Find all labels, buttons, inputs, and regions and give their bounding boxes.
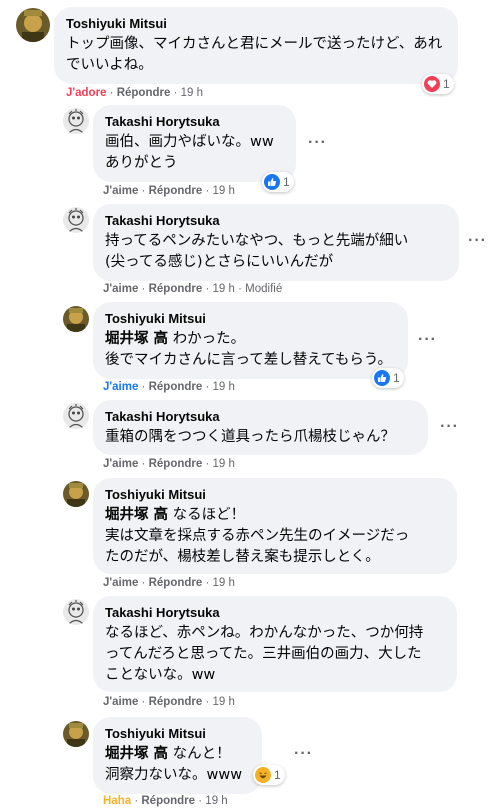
comment-bubble: Takashi Horytsuka 持ってるペンみたいなやつ、もっと先端が細い …	[93, 204, 459, 281]
reaction-count[interactable]: 1	[372, 368, 404, 388]
mention-tag[interactable]: 堀井塚 高	[105, 331, 168, 347]
timestamp[interactable]: 19 h	[213, 381, 235, 393]
reaction-count[interactable]: 1	[262, 172, 294, 192]
like-button[interactable]: Haha	[103, 795, 131, 807]
author-name[interactable]: Takashi Horytsuka	[105, 604, 445, 621]
more-options-icon[interactable]: ···	[418, 331, 437, 349]
more-options-icon[interactable]: ···	[440, 418, 459, 436]
comment-text: 堀井塚 高 なんと！ 洞察力ないな。www	[105, 746, 243, 783]
reply-button[interactable]: Répondre	[117, 87, 171, 99]
comment-bubble: Toshiyuki Mitsui トップ画像、マイカさんと君にメールで送ったけど…	[54, 7, 458, 84]
comment-actions: J'aime · Répondre · 19 h · Modifié	[103, 283, 283, 295]
like-button[interactable]: J'aime	[103, 577, 138, 589]
comment-bubble: Takashi Horytsuka 重箱の隅をつつく道具ったら爪楊枝じゃん？	[93, 400, 428, 455]
author-name[interactable]: Toshiyuki Mitsui	[105, 486, 445, 503]
thumbs-up-icon	[264, 174, 280, 190]
timestamp[interactable]: 19 h	[213, 696, 235, 708]
comment-actions: J'aime · Répondre · 19 h	[103, 185, 235, 197]
comment-actions: J'adore · Répondre · 19 h	[66, 87, 204, 99]
avatar[interactable]	[63, 108, 89, 134]
comment-text: 堀井塚 高 わかった。 後でマイカさんに言って差し替えてもらう。	[105, 331, 392, 368]
reply-button[interactable]: Répondre	[149, 381, 203, 393]
comment-actions: J'aime · Répondre · 19 h	[103, 696, 235, 708]
reply-button[interactable]: Répondre	[149, 577, 203, 589]
haha-icon	[255, 767, 271, 783]
like-button[interactable]: J'aime	[103, 696, 138, 708]
author-name[interactable]: Toshiyuki Mitsui	[105, 725, 250, 742]
comment-text: なるほど、赤ペンね。わかんなかった、つか何持 ってんだろと思ってた。三井画伯の画…	[105, 625, 424, 683]
avatar[interactable]	[63, 721, 89, 747]
mention-tag[interactable]: 堀井塚 高	[105, 746, 168, 762]
comment-text: 堀井塚 高 なるほど！ 実は文章を採点する赤ペン先生のイメージだっ たのだが、楊…	[105, 507, 410, 565]
like-button[interactable]: J'aime	[103, 458, 138, 470]
avatar[interactable]	[63, 306, 89, 332]
like-button[interactable]: J'adore	[66, 87, 106, 99]
avatar[interactable]	[63, 403, 89, 429]
timestamp[interactable]: 19 h	[213, 458, 235, 470]
timestamp[interactable]: 19 h	[205, 795, 227, 807]
comment-bubble: Toshiyuki Mitsui 堀井塚 高 なるほど！ 実は文章を採点する赤ペ…	[93, 478, 457, 574]
comment-text: 画伯、画力やばいな。ww ありがとう	[105, 134, 274, 171]
timestamp[interactable]: 19 h	[181, 87, 203, 99]
comment-text: トップ画像、マイカさんと君にメールで送ったけど、あれ でいいよね。	[66, 36, 443, 73]
more-options-icon[interactable]: ···	[468, 232, 487, 250]
reply-button[interactable]: Répondre	[141, 795, 195, 807]
avatar[interactable]	[63, 599, 89, 625]
timestamp[interactable]: 19 h	[213, 577, 235, 589]
comment-text: 重箱の隅をつつく道具ったら爪楊枝じゃん？	[105, 429, 395, 445]
edited-label[interactable]: Modifié	[245, 283, 282, 295]
timestamp[interactable]: 19 h	[213, 283, 235, 295]
more-options-icon[interactable]: ···	[308, 134, 327, 152]
comment-bubble: Toshiyuki Mitsui 堀井塚 高 わかった。 後でマイカさんに言って…	[93, 302, 408, 379]
comment-text: 持ってるペンみたいなやつ、もっと先端が細い (尖ってる感じ)とさらにいいんだが	[105, 233, 409, 270]
more-options-icon[interactable]: ···	[294, 745, 313, 763]
avatar[interactable]	[63, 207, 89, 233]
reaction-count[interactable]: 1	[253, 765, 285, 785]
author-name[interactable]: Takashi Horytsuka	[105, 113, 284, 130]
reaction-count[interactable]: 1	[422, 74, 454, 94]
thumbs-up-icon	[374, 370, 390, 386]
author-name[interactable]: Toshiyuki Mitsui	[105, 310, 396, 327]
reply-button[interactable]: Répondre	[149, 283, 203, 295]
comment-actions: J'aime · Répondre · 19 h	[103, 577, 235, 589]
comment-bubble: Takashi Horytsuka なるほど、赤ペンね。わかんなかった、つか何持…	[93, 596, 457, 692]
heart-icon	[424, 76, 440, 92]
reply-button[interactable]: Répondre	[149, 458, 203, 470]
like-button[interactable]: J'aime	[103, 185, 138, 197]
reply-button[interactable]: Répondre	[149, 696, 203, 708]
mention-tag[interactable]: 堀井塚 高	[105, 507, 168, 523]
author-name[interactable]: Takashi Horytsuka	[105, 408, 416, 425]
like-button[interactable]: J'aime	[103, 283, 138, 295]
comment-actions: J'aime · Répondre · 19 h	[103, 458, 235, 470]
comment-actions: J'aime · Répondre · 19 h	[103, 381, 235, 393]
reply-button[interactable]: Répondre	[149, 185, 203, 197]
comment-bubble: Toshiyuki Mitsui 堀井塚 高 なんと！ 洞察力ないな。www	[93, 717, 262, 794]
avatar[interactable]	[63, 481, 89, 507]
avatar[interactable]	[16, 8, 50, 42]
like-button[interactable]: J'aime	[103, 381, 138, 393]
timestamp[interactable]: 19 h	[213, 185, 235, 197]
author-name[interactable]: Toshiyuki Mitsui	[66, 15, 446, 32]
author-name[interactable]: Takashi Horytsuka	[105, 212, 447, 229]
comment-bubble: Takashi Horytsuka 画伯、画力やばいな。ww ありがとう	[93, 105, 296, 182]
comment-actions: Haha · Répondre · 19 h	[103, 795, 228, 807]
